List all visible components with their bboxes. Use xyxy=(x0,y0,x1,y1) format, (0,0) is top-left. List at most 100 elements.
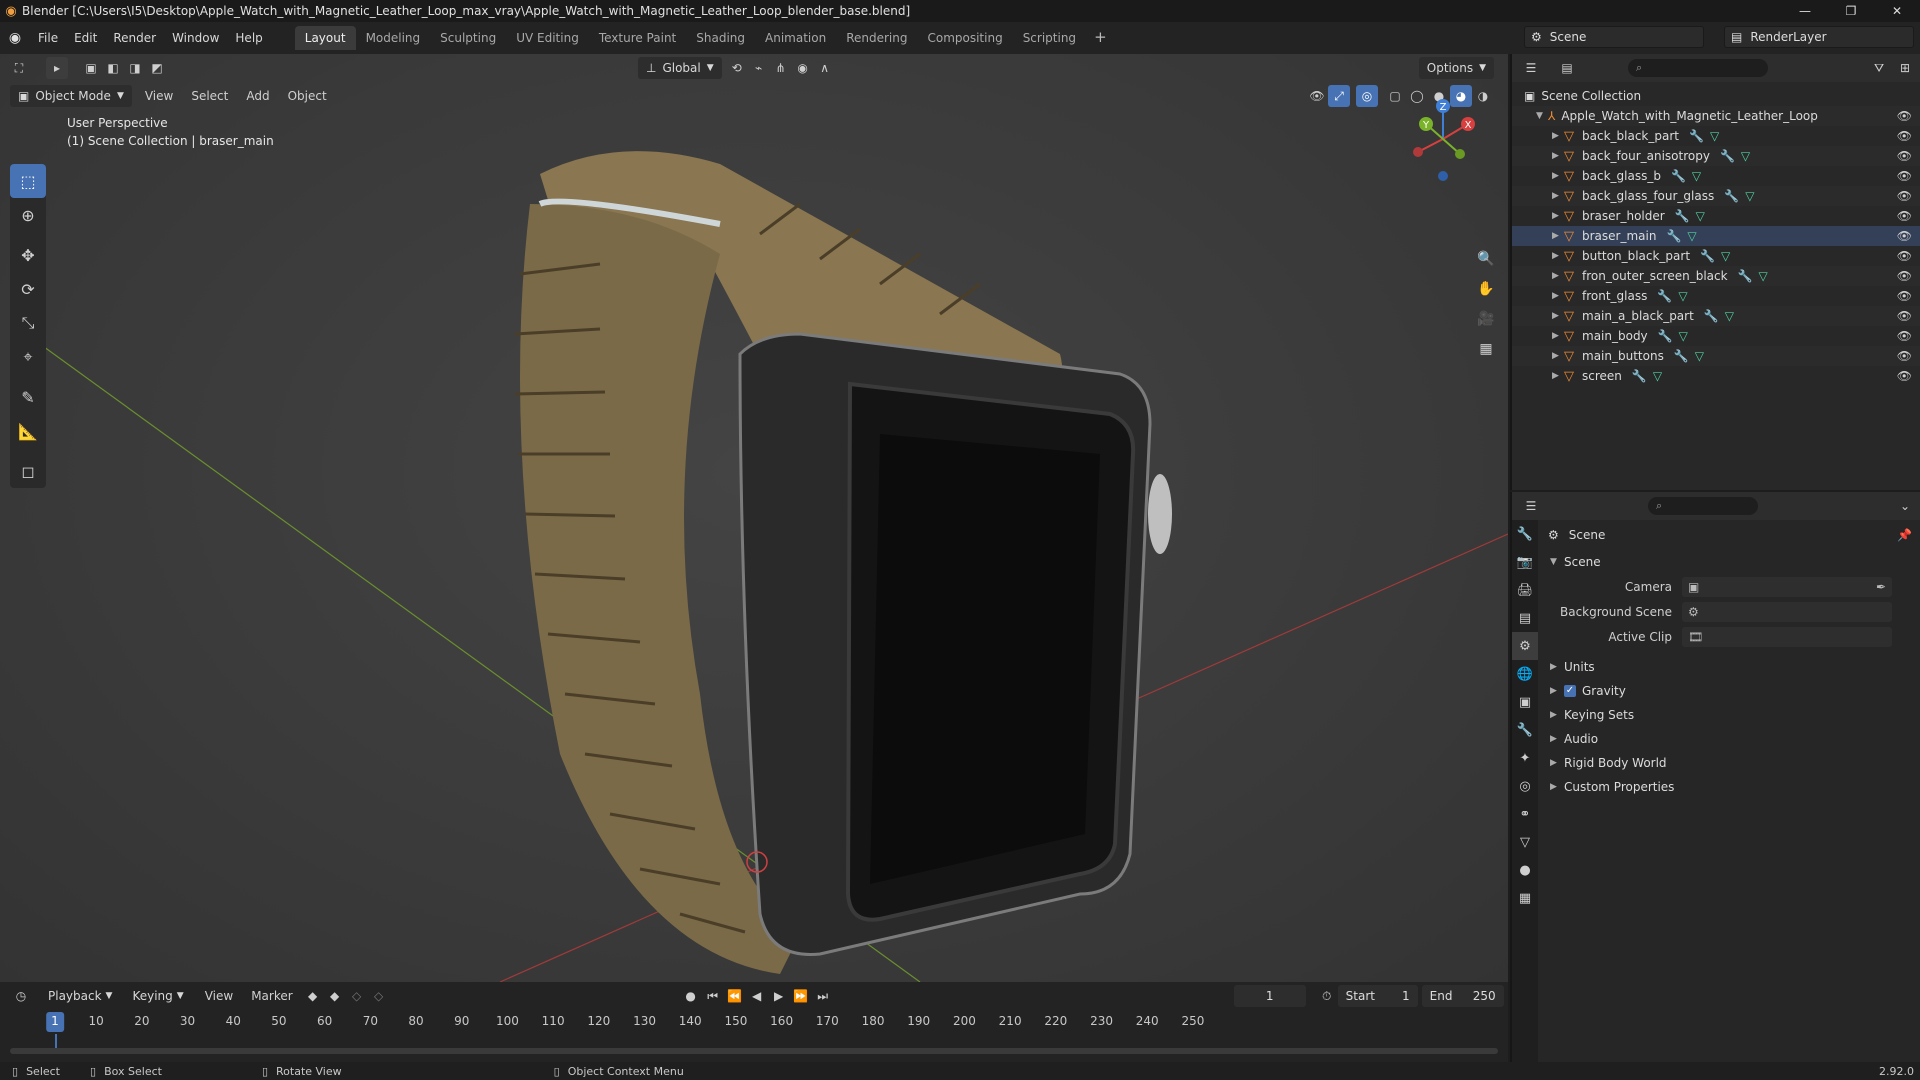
outliner-object-row[interactable]: ▶ ▽ braser_main 🔧 ▽ 👁 xyxy=(1512,226,1920,246)
output-tab-icon[interactable]: 🖨 xyxy=(1512,576,1538,604)
data-tab-icon[interactable]: ▽ xyxy=(1512,828,1538,856)
visibility-icon[interactable]: 👁 xyxy=(1306,85,1328,107)
add-cube-tool-icon[interactable]: ◻ xyxy=(10,454,46,488)
keyframe-insert-icon[interactable]: ◇ xyxy=(346,985,368,1007)
play-reverse-icon[interactable]: ◀ xyxy=(746,985,768,1007)
tab-sculpting[interactable]: Sculpting xyxy=(430,26,506,50)
jump-key-prev-icon[interactable]: ⏪ xyxy=(724,985,746,1007)
transform-orientation-dropdown[interactable]: ⊥ Global ▼ xyxy=(638,57,722,79)
outliner-object-row[interactable]: ▶ ▽ back_glass_four_glass 🔧 ▽ 👁 xyxy=(1512,186,1920,206)
menu-file[interactable]: File xyxy=(30,31,66,45)
outliner-object-row[interactable]: ▶ ▽ back_black_part 🔧 ▽ 👁 xyxy=(1512,126,1920,146)
mesh-data-icon[interactable]: ▽ xyxy=(1710,129,1719,143)
current-frame-field[interactable]: 1 xyxy=(1233,985,1306,1007)
view-layer-selector[interactable]: ▤ RenderLayer xyxy=(1724,26,1914,48)
eye-icon[interactable]: 👁 xyxy=(1897,129,1912,143)
tab-scripting[interactable]: Scripting xyxy=(1013,26,1086,50)
mesh-data-icon[interactable]: ▽ xyxy=(1687,229,1696,243)
properties-editor-type-icon[interactable]: ☰ xyxy=(1520,495,1542,517)
snap-icon[interactable]: ⌁ xyxy=(748,57,770,79)
pan-hand-icon[interactable]: ✋ xyxy=(1472,274,1500,304)
eye-icon[interactable]: 👁 xyxy=(1897,329,1912,343)
mesh-data-icon[interactable]: ▽ xyxy=(1741,149,1750,163)
eye-icon[interactable]: 👁 xyxy=(1897,369,1912,383)
select-mode-icon[interactable]: ▸ xyxy=(46,57,68,79)
eye-icon[interactable]: 👁 xyxy=(1897,249,1912,263)
outliner-scene-collection[interactable]: ▣ Scene Collection xyxy=(1512,86,1920,106)
falloff-icon[interactable]: ∧ xyxy=(814,57,836,79)
collapsed-arrow-icon[interactable]: ▶ xyxy=(1552,251,1564,261)
units-panel[interactable]: ▶ Units xyxy=(1542,655,1918,679)
timeline-menu-playback[interactable]: Playback ▼ xyxy=(40,985,120,1007)
collapsed-arrow-icon[interactable]: ▶ xyxy=(1552,131,1564,141)
eye-icon[interactable]: 👁 xyxy=(1897,349,1912,363)
properties-search-input[interactable]: ⌕ xyxy=(1648,497,1758,515)
add-workspace-button[interactable]: + xyxy=(1086,26,1115,50)
select-box-icon[interactable]: ▣ xyxy=(80,57,102,79)
mesh-data-icon[interactable]: ▽ xyxy=(1725,309,1734,323)
eye-icon[interactable]: 👁 xyxy=(1897,169,1912,183)
mesh-data-icon[interactable]: ▽ xyxy=(1721,249,1730,263)
mesh-data-icon[interactable]: ▽ xyxy=(1653,369,1662,383)
tab-uv-editing[interactable]: UV Editing xyxy=(506,26,589,50)
outliner-object-row[interactable]: ▶ ▽ main_a_black_part 🔧 ▽ 👁 xyxy=(1512,306,1920,326)
modifier-wrench-icon[interactable]: 🔧 xyxy=(1700,249,1715,263)
tab-shading[interactable]: Shading xyxy=(686,26,755,50)
timeline-menu-keying[interactable]: Keying ▼ xyxy=(124,985,191,1007)
modifier-wrench-icon[interactable]: 🔧 xyxy=(1720,149,1735,163)
measure-tool-icon[interactable]: 📐 xyxy=(10,414,46,448)
mesh-data-icon[interactable]: ▽ xyxy=(1678,289,1687,303)
timeline-menu-view[interactable]: View xyxy=(196,989,242,1003)
gizmo-toggle-icon[interactable]: ⤢ xyxy=(1328,85,1350,107)
menu-window[interactable]: Window xyxy=(164,31,227,45)
menu-edit[interactable]: Edit xyxy=(66,31,105,45)
gravity-panel[interactable]: ▶ ✓ Gravity xyxy=(1542,679,1918,703)
chevron-down-icon[interactable]: ⌄ xyxy=(1894,495,1916,517)
collapsed-arrow-icon[interactable]: ▶ xyxy=(1552,351,1564,361)
collapsed-arrow-icon[interactable]: ▶ xyxy=(1552,171,1564,181)
mesh-data-icon[interactable]: ▽ xyxy=(1695,349,1704,363)
end-frame-field[interactable]: End 250 xyxy=(1421,985,1504,1007)
eye-icon[interactable]: 👁 xyxy=(1897,289,1912,303)
background-scene-field[interactable]: ⚙ xyxy=(1682,601,1892,622)
jump-start-icon[interactable]: ⏮ xyxy=(702,985,724,1007)
minimize-button[interactable]: — xyxy=(1782,0,1828,22)
outliner-object-row[interactable]: ▶ ▽ main_body 🔧 ▽ 👁 xyxy=(1512,326,1920,346)
proportional-edit-icon[interactable]: ◉ xyxy=(792,57,814,79)
outliner-object-row[interactable]: ▶ ▽ screen 🔧 ▽ 👁 xyxy=(1512,366,1920,386)
scene-tab-icon[interactable]: ⚙ xyxy=(1512,632,1538,660)
eye-icon[interactable]: 👁 xyxy=(1897,149,1912,163)
move-tool-icon[interactable]: ✥ xyxy=(10,238,46,272)
jump-key-next-icon[interactable]: ⏩ xyxy=(790,985,812,1007)
gravity-checkbox[interactable]: ✓ xyxy=(1564,685,1576,697)
cursor-tool-icon[interactable]: ⊕ xyxy=(10,198,46,232)
new-collection-icon[interactable]: ⊞ xyxy=(1894,57,1916,79)
collapsed-arrow-icon[interactable]: ▶ xyxy=(1552,231,1564,241)
select-subtract-icon[interactable]: ◨ xyxy=(124,57,146,79)
select-tool-icon[interactable]: ⬚ xyxy=(10,164,46,198)
eye-icon[interactable]: 👁 xyxy=(1897,229,1912,243)
modifier-wrench-icon[interactable]: 🔧 xyxy=(1658,329,1673,343)
expanded-arrow-icon[interactable]: ▼ xyxy=(1536,111,1548,121)
texture-tab-icon[interactable]: ▦ xyxy=(1512,884,1538,912)
world-tab-icon[interactable]: 🌐 xyxy=(1512,660,1538,688)
select-intersect-icon[interactable]: ◩ xyxy=(146,57,168,79)
current-frame-marker[interactable]: 1 xyxy=(46,1012,64,1032)
tab-layout[interactable]: Layout xyxy=(294,26,356,50)
tab-modeling[interactable]: Modeling xyxy=(356,26,431,50)
viewport-menu-view[interactable]: View xyxy=(136,89,182,103)
modifier-wrench-icon[interactable]: 🔧 xyxy=(1657,289,1672,303)
preview-range-icon[interactable]: ⏱ xyxy=(1316,985,1338,1007)
keyframe-delete-icon[interactable]: ◇ xyxy=(368,985,390,1007)
tab-animation[interactable]: Animation xyxy=(755,26,836,50)
collapsed-arrow-icon[interactable]: ▶ xyxy=(1552,291,1564,301)
keyframe-next-icon[interactable]: ◆ xyxy=(324,985,346,1007)
modifier-wrench-icon[interactable]: 🔧 xyxy=(1689,129,1704,143)
active-clip-field[interactable]: 🎞 xyxy=(1682,626,1892,647)
navigation-gizmo[interactable]: Z X Y xyxy=(1398,94,1488,184)
eye-icon[interactable]: 👁 xyxy=(1897,269,1912,283)
outliner-object-row[interactable]: ▶ ▽ button_black_part 🔧 ▽ 👁 xyxy=(1512,246,1920,266)
viewport-menu-select[interactable]: Select xyxy=(182,89,237,103)
modifier-tab-icon[interactable]: 🔧 xyxy=(1512,716,1538,744)
mesh-data-icon[interactable]: ▽ xyxy=(1759,269,1768,283)
